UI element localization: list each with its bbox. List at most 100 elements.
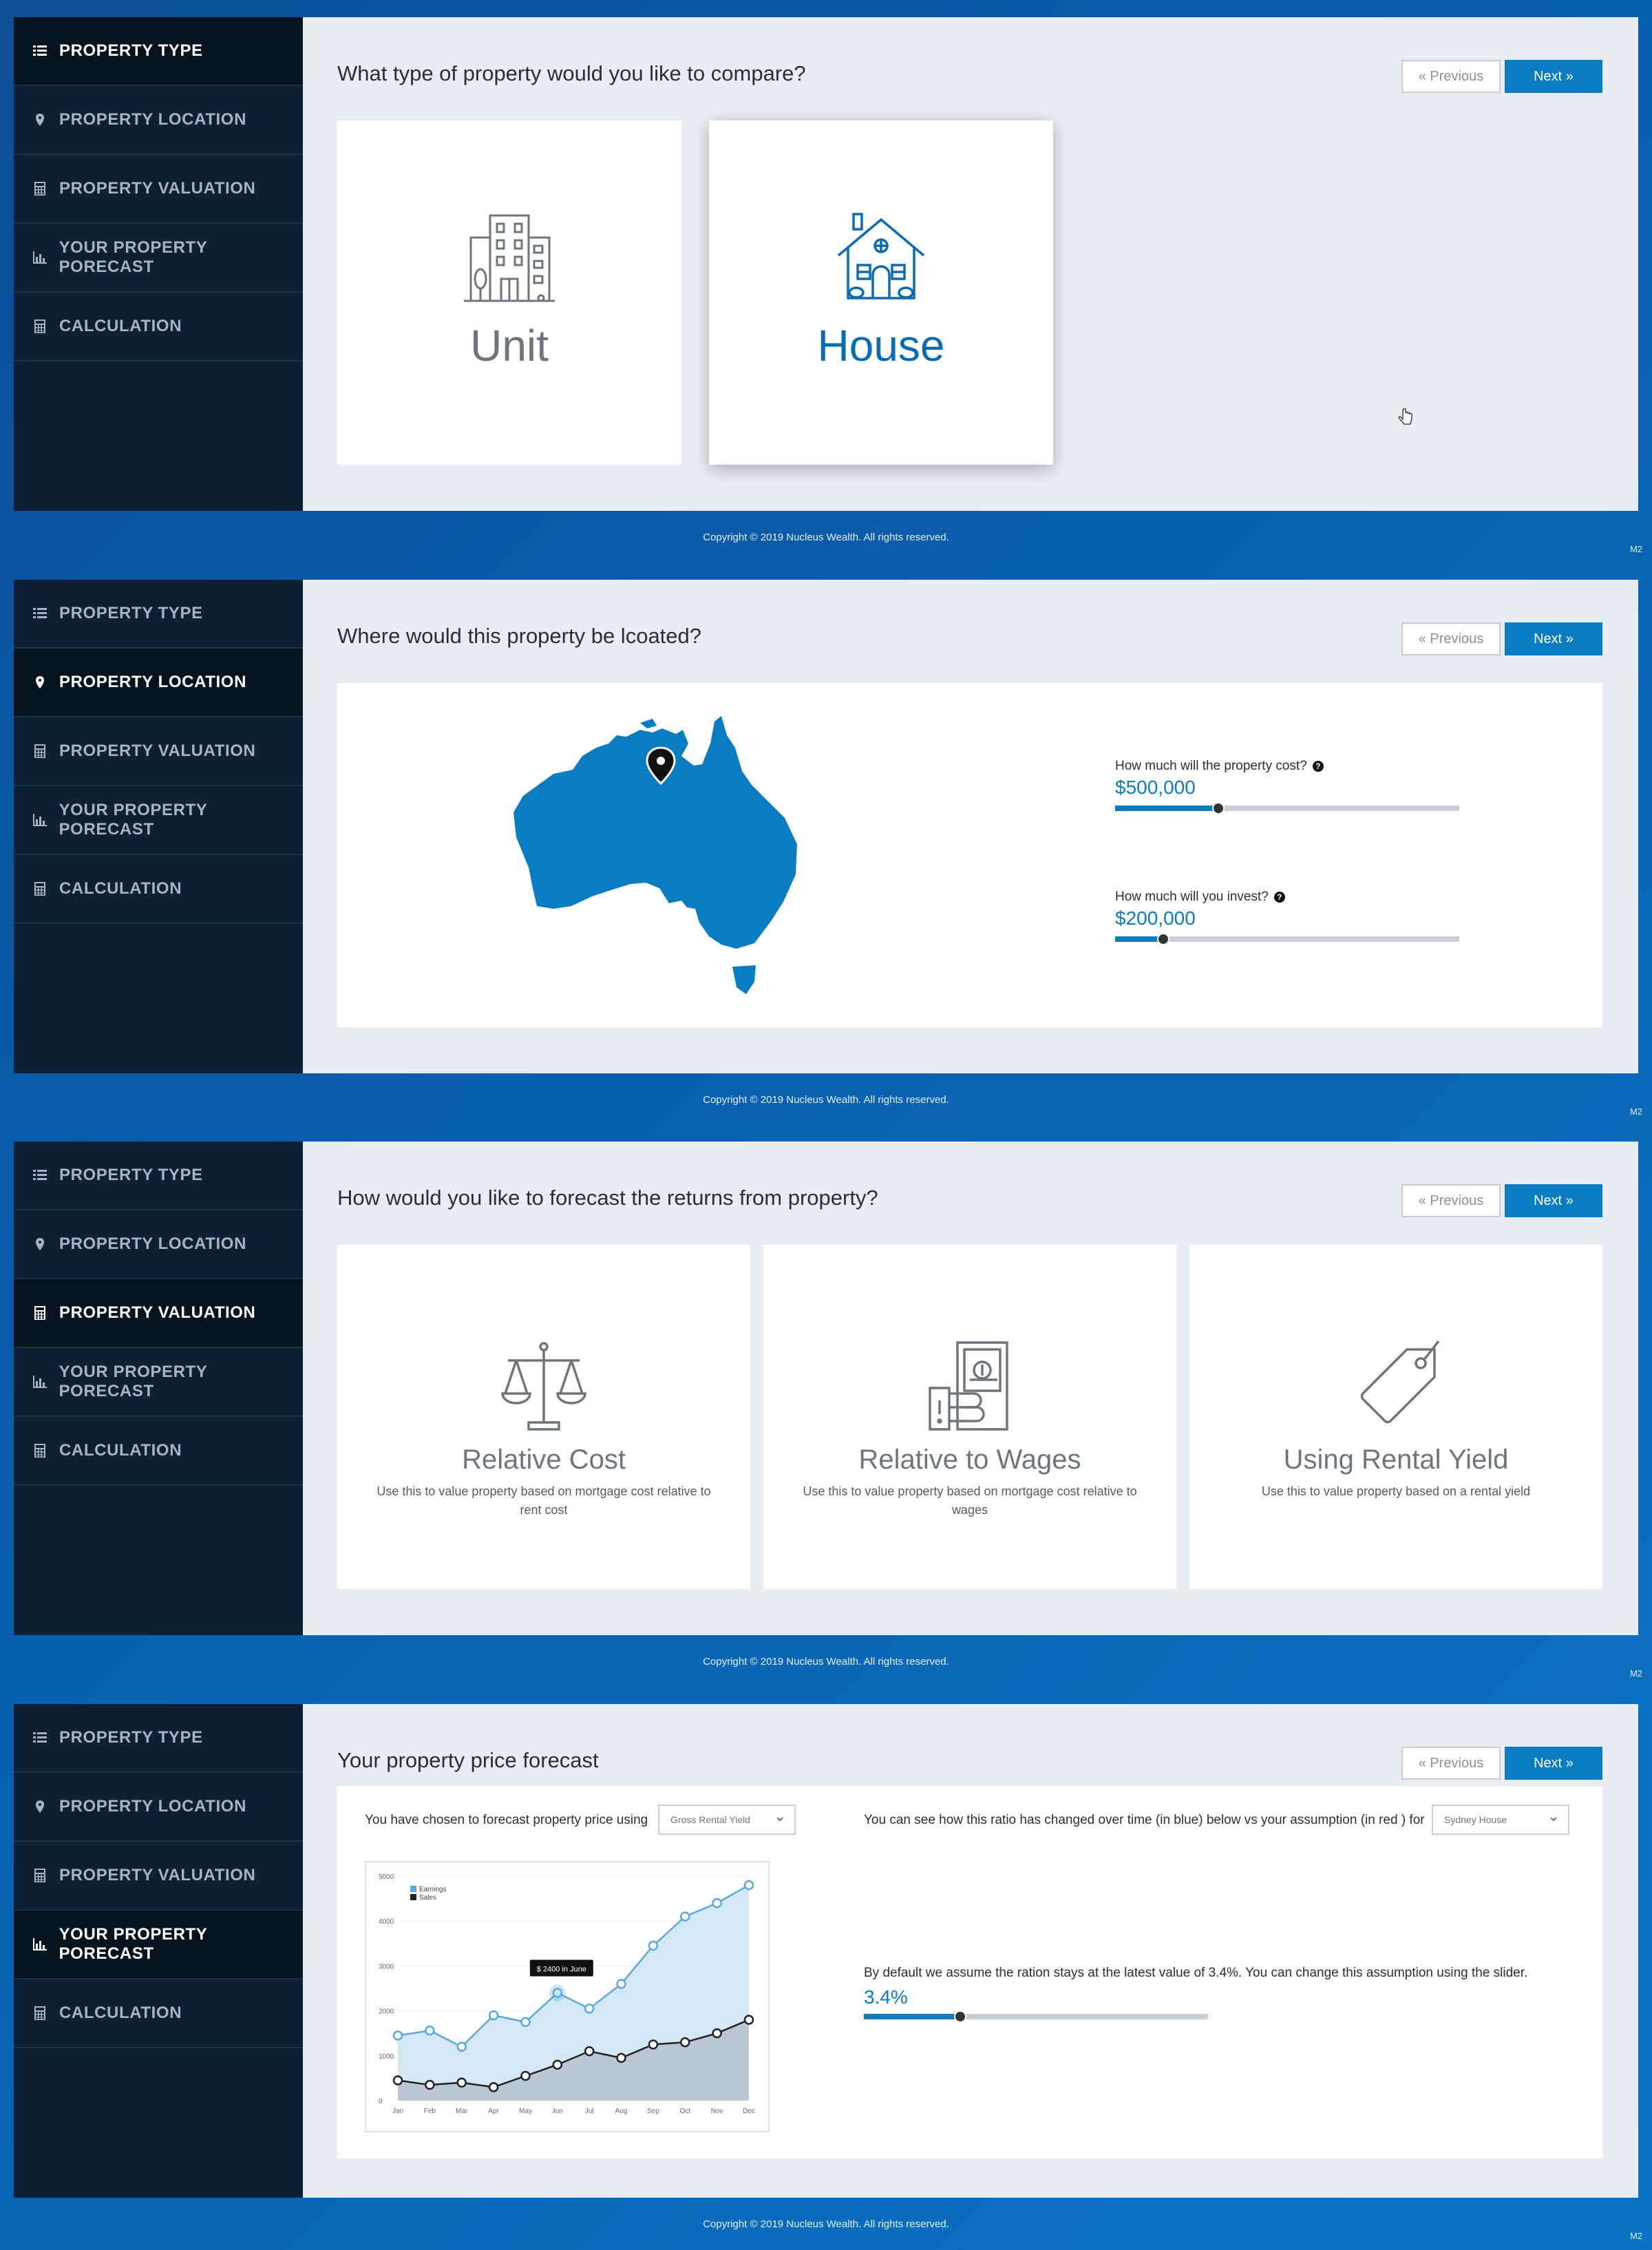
unit-card[interactable]: Unit	[337, 120, 681, 465]
property-select-value: Sydney House	[1444, 1814, 1507, 1825]
sidebar-item-calculation[interactable]: CALCULATION	[14, 855, 303, 924]
sidebar-item-property-type[interactable]: PROPERTY TYPE	[14, 1704, 303, 1773]
cost-slider[interactable]	[1115, 802, 1459, 814]
previous-button[interactable]: « Previous	[1401, 60, 1501, 93]
cost-slider-handle[interactable]	[1212, 802, 1225, 814]
sidebar-item-property-location[interactable]: PROPERTY LOCATION	[14, 649, 303, 717]
footer-copyright: Copyright © 2019 Nucleus Wealth. All rig…	[703, 1656, 949, 1668]
ratio-change-text: You can see how this ratio has changed o…	[864, 1813, 1425, 1827]
next-button[interactable]: Next »	[1505, 1184, 1602, 1217]
sidebar-item-property-valuation[interactable]: PROPERTY VALUATION	[14, 1842, 303, 1911]
data-point-sales	[488, 2082, 499, 2092]
calculator-icon	[32, 2005, 48, 2021]
calculator-icon	[32, 180, 48, 197]
page-question: How would you like to forecast the retur…	[337, 1186, 878, 1210]
sidebar-item-label: PROPERTY TYPE	[59, 41, 203, 60]
help-icon[interactable]: ?	[1273, 892, 1285, 903]
rental-yield-card[interactable]: Using Rental Yield Use this to value pro…	[1189, 1245, 1602, 1589]
page-question: What type of property would you like to …	[337, 61, 806, 85]
bar-chart-icon	[32, 1374, 48, 1390]
sidebar-item-label: YOUR PROPERTY PORECAST	[59, 238, 207, 276]
unit-label: Unit	[470, 321, 549, 370]
sidebar-item-label: PROPERTY VALUATION	[59, 179, 256, 198]
data-point-earnings	[584, 2004, 595, 2014]
bar-chart-icon	[32, 249, 48, 266]
sidebar-item-calculation[interactable]: CALCULATION	[14, 293, 303, 361]
data-point-earnings	[743, 1880, 754, 1891]
sidebar-item-your-property-porecast[interactable]: YOUR PROPERTY PORECAST	[14, 1911, 303, 1979]
screen-property-valuation: PROPERTY TYPE PROPERTY LOCATION PROPERTY V…	[14, 1142, 1638, 1635]
next-button[interactable]: Next »	[1505, 622, 1602, 655]
sidebar-item-label: PROPERTY TYPE	[59, 1166, 203, 1184]
chevron-down-icon	[1550, 1817, 1557, 1822]
legend-label: Sales	[419, 1894, 436, 1902]
sidebar: PROPERTY TYPE PROPERTY LOCATION PROPERTY V…	[14, 17, 303, 511]
data-point-sales	[743, 2015, 754, 2025]
main-panel: Your property price forecast « Previous …	[303, 1704, 1638, 2198]
data-point-earnings	[425, 2026, 435, 2036]
footer-copyright: Copyright © 2019 Nucleus Wealth. All rig…	[703, 1094, 949, 1106]
sidebar-item-label: PROPERTY LOCATION	[59, 110, 246, 129]
invest-slider-handle[interactable]	[1157, 933, 1169, 945]
house-label: House	[817, 321, 945, 370]
sidebar-item-calculation[interactable]: CALCULATION	[14, 1417, 303, 1486]
data-point-earnings	[712, 1897, 722, 1909]
method-select[interactable]: Gross Rental Yield	[658, 1805, 796, 1835]
x-tick-label: Aug	[615, 2107, 628, 2115]
sidebar-item-property-type[interactable]: PROPERTY TYPE	[14, 580, 303, 649]
scales-icon	[501, 1342, 586, 1431]
previous-button[interactable]: « Previous	[1401, 622, 1501, 655]
sidebar-item-calculation[interactable]: CALCULATION	[14, 1979, 303, 2048]
sidebar-item-label: PROPERTY VALUATION	[59, 1303, 256, 1322]
sidebar-item-your-property-porecast[interactable]: YOUR PROPERTY PORECAST	[14, 786, 303, 855]
sidebar-item-your-property-porecast[interactable]: YOUR PROPERTY PORECAST	[14, 224, 303, 293]
main-panel: Where would this property be lcoated? « …	[303, 580, 1638, 1073]
data-point-sales	[648, 2039, 659, 2050]
invest-slider-fill	[1115, 936, 1163, 942]
relative-cost-description: Use this to value property based on mort…	[377, 1484, 711, 1517]
x-tick-label: Oct	[679, 2107, 690, 2115]
nav-buttons: « Previous Next »	[1401, 1747, 1602, 1780]
sidebar-item-your-property-porecast[interactable]: YOUR PROPERTY PORECAST	[14, 1348, 303, 1417]
house-card[interactable]: House	[709, 120, 1412, 465]
sidebar-item-property-location[interactable]: PROPERTY LOCATION	[14, 86, 303, 155]
sidebar-item-label: PROPERTY LOCATION	[59, 673, 246, 691]
cost-slider-label: How much will the property cost??	[1115, 759, 1459, 774]
list-icon	[32, 43, 48, 59]
legend-label: Earnings	[419, 1886, 446, 1893]
data-point-earnings	[616, 1979, 626, 1989]
previous-button[interactable]: « Previous	[1401, 1184, 1501, 1217]
next-button[interactable]: Next »	[1505, 1747, 1602, 1780]
relative-wages-description: Use this to value property based on mort…	[803, 1484, 1137, 1517]
sidebar-item-property-valuation[interactable]: PROPERTY VALUATION	[14, 1279, 303, 1348]
property-select[interactable]: Sydney House	[1432, 1805, 1569, 1835]
legend-swatch	[410, 1894, 416, 1900]
relative-cost-card[interactable]: Relative Cost Use this to value property…	[337, 1245, 750, 1589]
house-icon	[837, 213, 925, 299]
sidebar-item-property-valuation[interactable]: PROPERTY VALUATION	[14, 155, 303, 224]
nav-buttons: « Previous Next »	[1401, 1184, 1602, 1217]
sidebar-item-label: PROPERTY VALUATION	[59, 742, 256, 760]
sidebar-item-property-location[interactable]: PROPERTY LOCATION	[14, 1210, 303, 1279]
ratio-slider[interactable]	[864, 2010, 1208, 2023]
ratio-slider-handle[interactable]	[954, 2010, 966, 2023]
sidebar-item-property-valuation[interactable]: PROPERTY VALUATION	[14, 717, 303, 786]
sidebar-item-property-location[interactable]: PROPERTY LOCATION	[14, 1773, 303, 1842]
help-icon[interactable]: ?	[1312, 761, 1324, 772]
previous-button[interactable]: « Previous	[1401, 1747, 1501, 1780]
sidebar-item-property-type[interactable]: PROPERTY TYPE	[14, 17, 303, 86]
x-tick-label: Apr	[488, 2107, 499, 2115]
next-button[interactable]: Next »	[1505, 60, 1602, 93]
calculator-icon	[32, 318, 48, 335]
relative-wages-title: Relative to Wages	[858, 1444, 1081, 1475]
rental-yield-description: Use this to value property based on a re…	[1261, 1484, 1531, 1498]
australia-map[interactable]	[496, 702, 826, 1005]
sidebar-item-label: CALCULATION	[59, 1441, 182, 1460]
calculator-icon	[32, 1442, 48, 1459]
relative-wages-card[interactable]: Relative to Wages Use this to value prop…	[763, 1245, 1176, 1589]
data-point-sales	[456, 2077, 467, 2088]
corner-tag: M2	[1629, 544, 1642, 554]
invest-slider[interactable]	[1115, 933, 1459, 945]
sidebar-item-property-type[interactable]: PROPERTY TYPE	[14, 1142, 303, 1210]
x-tick-label: Mar	[456, 2107, 468, 2115]
